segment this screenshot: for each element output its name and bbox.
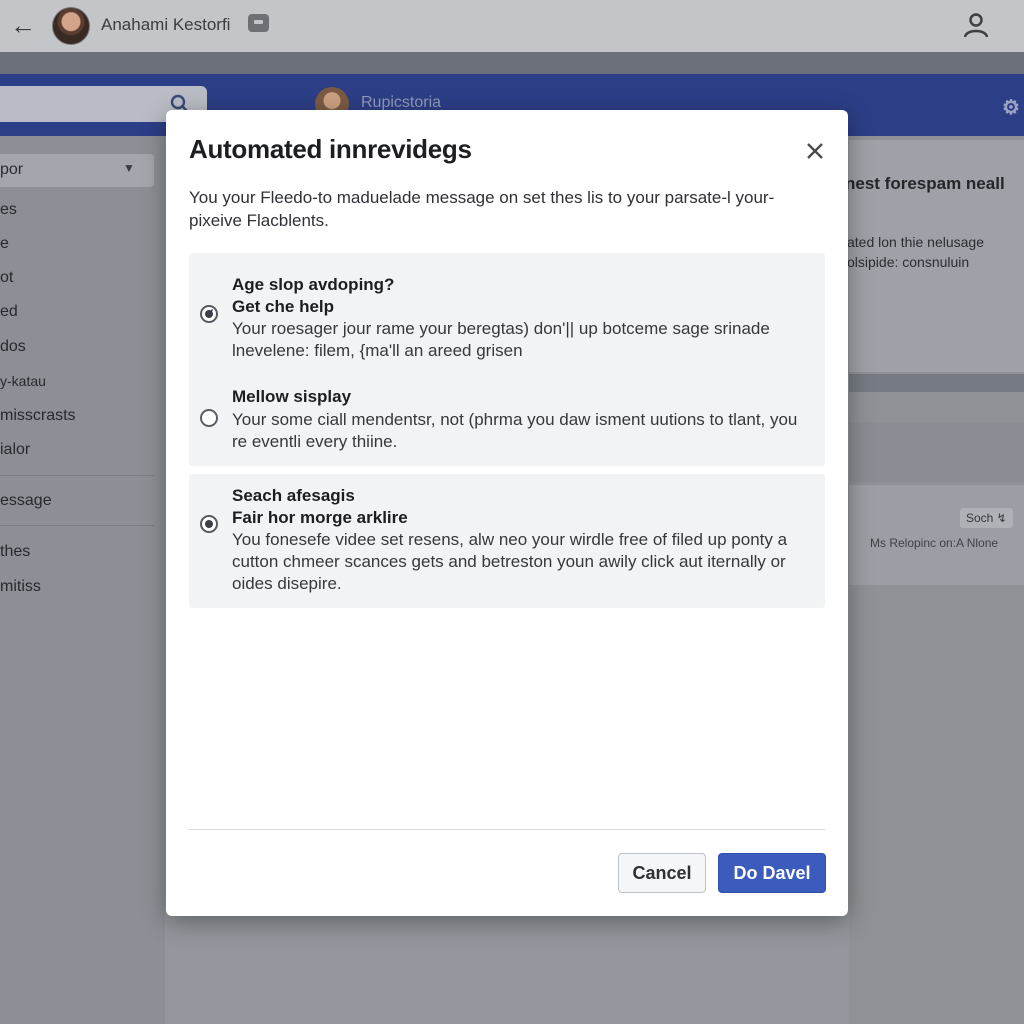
person-icon[interactable] [962,11,990,39]
right-panel-caption: Ms Relopinc on:A Nlone [870,536,999,550]
sidebar-item[interactable]: mitiss [0,578,41,596]
option-title: Mellow sisplay [232,387,352,406]
dialog-footer-divider [189,829,825,830]
option-description: Your roesager jour rame your beregtas) d… [232,319,770,360]
sidebar-item[interactable]: ot [0,269,13,287]
right-panel-band [849,374,1024,392]
option-subtitle: Fair hor morge arklire [232,508,408,527]
back-arrow-icon[interactable]: ← [8,10,38,40]
sidebar-dropdown-label: por [0,161,24,178]
confirm-button[interactable]: Do Davel [718,853,826,893]
right-panel-title: nest forespam neall [845,174,1005,193]
sidebar-item[interactable]: thes [0,543,30,561]
top-app-bar: ← Anahami Kestorfi [0,0,1024,52]
sidebar-divider [0,525,154,526]
option-1-radio[interactable]: ✓ [200,305,218,323]
settings-icon[interactable]: ⚙ [1002,95,1020,120]
cancel-button[interactable]: Cancel [618,853,706,893]
sidebar-item[interactable]: essage [0,492,52,510]
dialog-description: You your Fleedo-to maduelade message on … [189,188,775,230]
sidebar-item[interactable]: ialor [0,441,30,459]
user-name[interactable]: Anahami Kestorfi [101,15,230,35]
close-icon[interactable] [800,136,830,166]
sidebar-item[interactable]: es [0,201,17,219]
chat-bubble-icon[interactable] [248,14,269,32]
checkmark-icon: ✓ [204,306,215,321]
option-card-1[interactable]: Age slop avdoping? Get che help ✓ Your r… [189,253,825,466]
option-description: Your some ciall mendentsr, not (phrma yo… [232,410,798,451]
option-2-radio[interactable] [200,409,218,427]
right-panel-text: ated lon thie nelusage [847,234,984,250]
right-panel-text: olsipide: consnuluin [847,254,970,270]
user-avatar[interactable] [52,7,90,45]
sidebar-item[interactable]: misscrasts [0,407,76,425]
option-card-3[interactable]: Seach afesagis Fair hor morge arklire Yo… [189,474,825,608]
dialog-title: Automated innrevidegs [189,134,472,164]
option-description: You fonesefe videe set resens, alw neo y… [232,530,788,593]
chevron-down-icon: ▼ [123,161,135,175]
sidebar-item[interactable]: ed [0,303,18,321]
option-subtitle: Get che help [232,297,335,316]
right-panel-badge[interactable]: Soch ↯ [960,508,1013,528]
sidebar-item[interactable]: dos [0,338,26,356]
option-3-radio[interactable] [200,515,218,533]
sidebar-item[interactable]: e [0,235,9,253]
option-title: Age slop avdoping? [232,275,395,294]
automated-responses-dialog: Automated innrevidegs You your Fleedo-to… [166,110,848,916]
option-title: Seach afesagis [232,486,355,505]
sidebar-divider [0,475,154,476]
toolbar-strip [0,52,1024,74]
right-panel-section [849,422,1024,482]
right-panel-card [849,485,1024,585]
sidebar-item[interactable]: y-katau [0,373,46,389]
